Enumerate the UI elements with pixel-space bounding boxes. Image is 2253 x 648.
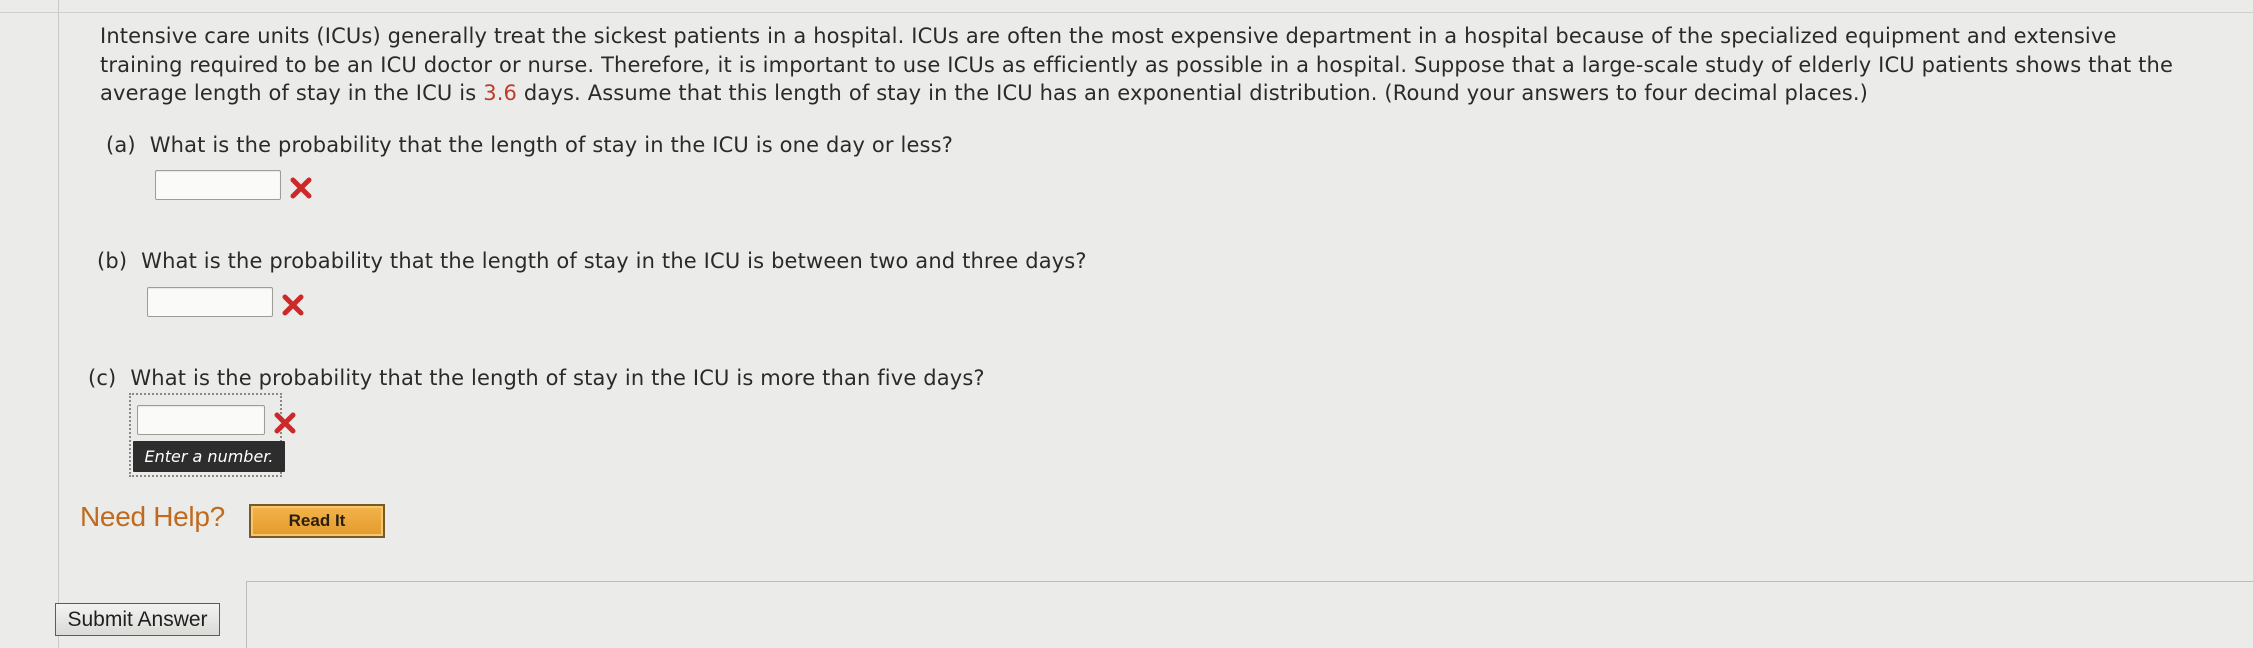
need-help-label: Need Help? [80,501,225,532]
bottom-divider-vertical [246,581,247,648]
mean-value: 3.6 [483,81,518,105]
question-b-text: What is the probability that the length … [141,249,1087,273]
question-a-text: What is the probability that the length … [149,133,954,157]
question-b-part: (b) [97,249,128,273]
question-a: (a) What is the probability that the leng… [106,131,953,159]
bottom-divider [246,581,2253,582]
problem-statement: Intensive care units (ICUs) generally tr… [100,22,2200,108]
close-icon [290,177,312,199]
answer-a-input[interactable] [155,170,281,200]
read-it-button[interactable]: Read It [249,504,385,538]
left-border [58,0,59,648]
submit-answer-button[interactable]: Submit Answer [55,603,220,636]
question-b: (b) What is the probability that the leng… [97,247,1087,275]
problem-text-after: days. Assume that this length of stay in… [517,81,1869,105]
top-border [0,0,2253,13]
close-icon [274,412,296,434]
question-c-part: (c) [88,366,117,390]
enter-number-tooltip: Enter a number. [133,441,285,472]
answer-c-input[interactable] [137,405,265,435]
close-icon [282,294,304,316]
answer-b-input[interactable] [147,287,273,317]
question-a-part: (a) [106,133,136,157]
question-c-text: What is the probability that the length … [130,366,985,390]
question-c: (c) What is the probability that the leng… [88,364,985,392]
